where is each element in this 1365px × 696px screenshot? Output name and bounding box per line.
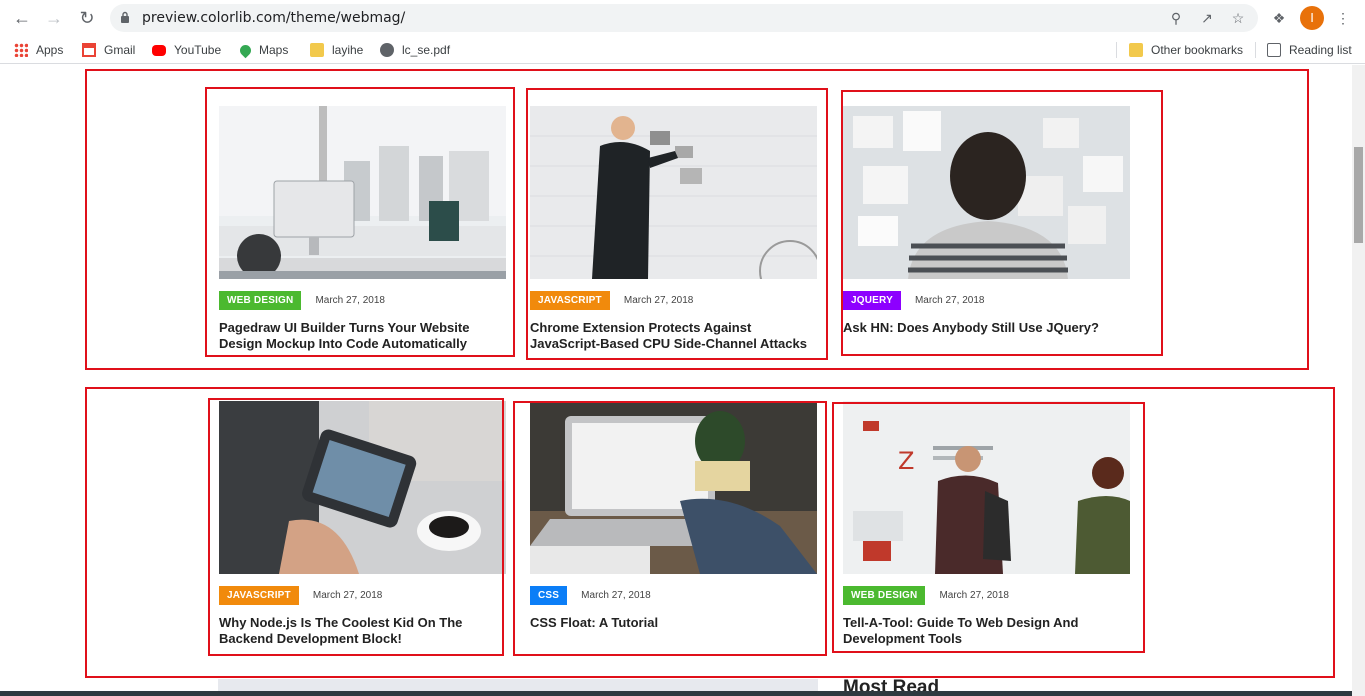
- bookmark-lc-se-pdf[interactable]: lc_se.pdf: [380, 41, 450, 59]
- bookmark-divider: [1255, 42, 1256, 58]
- post-card[interactable]: JAVASCRIPT March 27, 2018 Chrome Extensi…: [530, 106, 818, 352]
- post-image-laptop[interactable]: [530, 401, 817, 574]
- post-date: March 27, 2018: [312, 590, 383, 601]
- share-icon[interactable]: ↗: [1199, 10, 1215, 26]
- lock-icon: [121, 11, 129, 23]
- forward-icon[interactable]: →: [43, 7, 65, 29]
- post-meta: JAVASCRIPT March 27, 2018: [530, 291, 818, 310]
- page-viewport: WEB DESIGN March 27, 2018 Pagedraw UI Bu…: [0, 65, 1352, 696]
- post-meta: JQUERY March 27, 2018: [843, 291, 1131, 310]
- bookmark-apps[interactable]: Apps: [14, 41, 63, 59]
- post-title[interactable]: Chrome Extension Protects Against JavaSc…: [530, 320, 820, 352]
- post-title[interactable]: Ask HN: Does Anybody Still Use JQuery?: [843, 320, 1133, 336]
- bookmark-divider: [1116, 42, 1117, 58]
- apps-grid-icon: [14, 43, 28, 57]
- menu-icon[interactable]: ⋮: [1334, 9, 1352, 27]
- svg-text:Z: Z: [898, 447, 914, 475]
- maps-pin-icon: [237, 42, 254, 58]
- globe-icon: [380, 43, 394, 57]
- post-title[interactable]: Tell-A-Tool: Guide To Web Design And Dev…: [843, 615, 1133, 647]
- post-meta: WEB DESIGN March 27, 2018: [843, 586, 1131, 605]
- category-tag[interactable]: WEB DESIGN: [219, 291, 302, 310]
- category-tag[interactable]: JAVASCRIPT: [219, 586, 299, 605]
- bookmark-maps[interactable]: Maps: [237, 41, 289, 59]
- bookmark-label: Other bookmarks: [1151, 43, 1244, 57]
- post-card[interactable]: CSS March 27, 2018 CSS Float: A Tutorial: [530, 401, 818, 631]
- reading-list[interactable]: Reading list: [1267, 41, 1352, 59]
- bottom-edge: [0, 691, 1352, 696]
- post-image-desk[interactable]: [219, 106, 506, 279]
- post-card[interactable]: WEB DESIGN March 27, 2018 Pagedraw UI Bu…: [219, 106, 507, 352]
- reload-icon[interactable]: ↻: [76, 7, 98, 29]
- post-card[interactable]: Z WEB DESIGN March 27, 2018 Tell-A-Tool:…: [843, 401, 1131, 647]
- post-card[interactable]: JAVASCRIPT March 27, 2018 Why Node.js Is…: [219, 401, 507, 647]
- zoom-icon[interactable]: ⚲: [1168, 10, 1184, 26]
- scrollbar-thumb[interactable]: [1354, 147, 1363, 243]
- back-icon[interactable]: ←: [11, 7, 33, 29]
- folder-icon: [1129, 43, 1143, 57]
- category-tag[interactable]: CSS: [530, 586, 568, 605]
- reading-list-icon: [1267, 43, 1281, 57]
- post-meta: CSS March 27, 2018: [530, 586, 818, 605]
- bookmark-label: Maps: [259, 43, 289, 57]
- post-date: March 27, 2018: [581, 590, 651, 601]
- gmail-icon: [82, 43, 96, 57]
- post-card[interactable]: JQUERY March 27, 2018 Ask HN: Does Anybo…: [843, 106, 1131, 336]
- post-title[interactable]: CSS Float: A Tutorial: [530, 615, 820, 631]
- bookmark-label: Reading list: [1289, 43, 1352, 57]
- page-scrollbar[interactable]: [1352, 65, 1365, 696]
- bookmarks-bar: Apps Gmail YouTube Maps layihe lc_se.pdf…: [0, 36, 1365, 64]
- post-date: March 27, 2018: [623, 295, 694, 306]
- post-date: March 27, 2018: [914, 295, 985, 306]
- bookmark-other[interactable]: Other bookmarks: [1129, 41, 1243, 59]
- category-tag[interactable]: JAVASCRIPT: [530, 291, 610, 310]
- post-title[interactable]: Why Node.js Is The Coolest Kid On The Ba…: [219, 615, 509, 647]
- folder-icon: [310, 43, 324, 57]
- post-meta: JAVASCRIPT March 27, 2018: [219, 586, 507, 605]
- bookmark-label: Gmail: [104, 43, 136, 57]
- bookmark-layihe[interactable]: layihe: [310, 41, 363, 59]
- address-bar[interactable]: preview.colorlib.com/theme/webmag/ ⚲ ↗ ☆: [110, 4, 1258, 32]
- browser-toolbar: ← → ↻ preview.colorlib.com/theme/webmag/…: [0, 0, 1365, 36]
- category-tag[interactable]: JQUERY: [843, 291, 901, 310]
- post-image-people-board[interactable]: Z: [843, 401, 1130, 574]
- extensions-icon[interactable]: ❖: [1270, 9, 1288, 27]
- post-date: March 27, 2018: [939, 590, 1009, 601]
- bookmark-label: YouTube: [174, 43, 222, 57]
- profile-avatar[interactable]: I: [1300, 6, 1324, 30]
- post-date: March 27, 2018: [315, 295, 385, 306]
- bookmark-gmail[interactable]: Gmail: [82, 41, 135, 59]
- post-meta: WEB DESIGN March 27, 2018: [219, 291, 507, 310]
- post-image-whiteboard[interactable]: [530, 106, 817, 279]
- bookmark-label: lc_se.pdf: [402, 43, 451, 57]
- bookmark-youtube[interactable]: YouTube: [152, 41, 221, 59]
- post-image-tablet[interactable]: [219, 401, 506, 574]
- star-icon[interactable]: ☆: [1230, 10, 1246, 26]
- post-image-wall-notes[interactable]: [843, 106, 1130, 279]
- bookmark-label: layihe: [332, 43, 364, 57]
- url-text: preview.colorlib.com/theme/webmag/: [142, 10, 406, 26]
- bookmark-label: Apps: [36, 43, 64, 57]
- youtube-icon: [152, 44, 166, 56]
- category-tag[interactable]: WEB DESIGN: [843, 586, 926, 605]
- post-title[interactable]: Pagedraw UI Builder Turns Your Website D…: [219, 320, 509, 352]
